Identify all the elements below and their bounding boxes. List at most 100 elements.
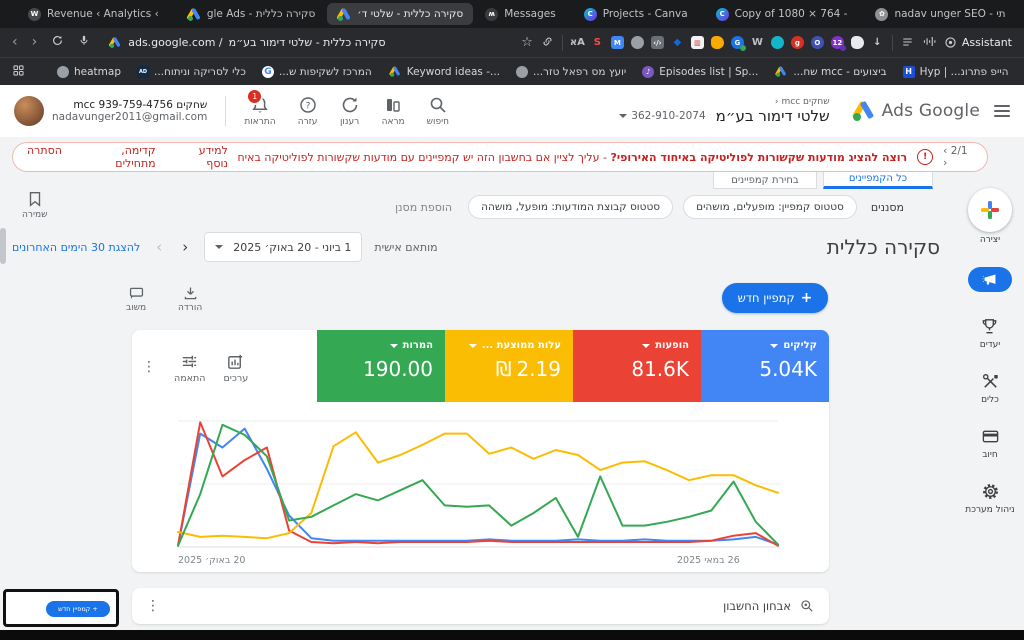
performance-line-chart[interactable]	[177, 414, 779, 554]
browser-tab[interactable]: C Projects - Canva	[574, 3, 698, 25]
copy-link-icon[interactable]	[541, 33, 554, 52]
bookmark-item[interactable]: G המרכז לשקיפות ש...	[261, 65, 372, 78]
cat-icon[interactable]	[850, 36, 864, 49]
bookmark-item[interactable]: ♪ Episodes list | Sp...	[642, 65, 758, 78]
create-button[interactable]	[968, 188, 1012, 232]
forward-icon[interactable]: ›	[32, 34, 38, 51]
assistant-button[interactable]: Assistant	[944, 36, 1012, 49]
nav-admin[interactable]: ניהול מערכת	[965, 480, 1015, 515]
save-page-icon[interactable]: ↓	[871, 36, 884, 49]
translate-icon[interactable]: אA	[570, 36, 585, 49]
more-options-icon[interactable]: ⋮	[142, 360, 156, 374]
o-circle-icon[interactable]: O	[810, 36, 824, 49]
user-profile[interactable]: mcc שחקים 939-759-4756 nadavunger2011@gm…	[14, 96, 207, 126]
reload-icon[interactable]	[51, 34, 64, 51]
date-range-picker[interactable]: 1 ביוני - 20 באוק׳ 2025	[204, 232, 363, 262]
semrush-icon[interactable]: S	[591, 36, 604, 49]
page-icon[interactable]: ▥	[690, 36, 704, 49]
bookmark-item[interactable]: heatmap	[57, 65, 121, 78]
nav-goals[interactable]: יעדים	[980, 315, 1000, 350]
hide-link[interactable]: הסתרה	[27, 144, 62, 170]
apps-grid-icon[interactable]	[12, 62, 25, 81]
tab-label: סקירה כללית - שלטי ד׳	[357, 8, 464, 20]
mail-icon[interactable]: M	[610, 36, 624, 49]
scrollbar-thumb[interactable]	[0, 228, 6, 264]
adjust-button[interactable]: התאמה	[174, 352, 205, 384]
bookmark-item[interactable]: AD כלי לסריקה וניתוח...	[137, 65, 246, 78]
screen-capture-overlay[interactable]: + קמפיין חדש	[3, 589, 119, 627]
notifications-button[interactable]: 1 התראות	[244, 88, 276, 127]
reading-list-icon[interactable]	[901, 33, 914, 52]
tag-icon[interactable]: ◆	[671, 36, 684, 49]
nav-campaigns[interactable]	[968, 267, 1012, 295]
metric-card-clicks[interactable]: קליקים 5.04K	[701, 330, 829, 402]
apps-badge-icon[interactable]: 12	[830, 36, 846, 51]
refresh-button[interactable]: רענון	[340, 95, 360, 127]
banner-pagination[interactable]: ‹ 2/1 ›	[943, 145, 973, 169]
account-diagnosis-card[interactable]: אבחון החשבון ⋮	[132, 588, 829, 624]
nav-buttons: ‹ ›	[12, 34, 90, 51]
browser-tab[interactable]: W Revenue ‹ Analytics ‹	[18, 3, 169, 25]
new-campaign-button[interactable]: + קמפיין חדש	[722, 283, 828, 313]
browser-tab[interactable]: ✿ nadav unger SEO - תי	[865, 3, 1015, 25]
bookmark-item[interactable]: H הייפ פתרונ... | Hyp	[902, 65, 1009, 78]
bookmark-star-icon[interactable]: ☆	[521, 35, 533, 50]
back-icon[interactable]: ‹	[12, 34, 18, 51]
plus-icon: +	[800, 290, 813, 306]
address-field[interactable]: ads.google.com / סקירה כללית - שלטי דימו…	[108, 36, 385, 49]
date-prev-icon[interactable]: ‹	[152, 238, 166, 256]
bookmarks-bar: heatmap AD כלי לסריקה וניתוח... G המרכז לש…	[0, 57, 1024, 85]
get-started-link[interactable]: קדימה, מתחילים	[86, 144, 155, 170]
browser-url-bar: ‹ › ads.google.com / סקירה כללית - שלטי …	[0, 28, 1024, 57]
mic-icon[interactable]	[78, 34, 90, 51]
account-switcher[interactable]: שחקים mcc ‹ שלטי דימור בע״מ 362-910-2074	[619, 97, 830, 125]
waveform-icon[interactable]	[922, 33, 936, 52]
bookmark-item[interactable]: Keyword ideas -...	[388, 65, 500, 78]
avatar[interactable]	[14, 96, 44, 126]
g-red-icon[interactable]: g	[790, 36, 804, 49]
help-button[interactable]: ? עזרה	[298, 95, 318, 127]
user-account-line: mcc שחקים 939-759-4756	[73, 99, 208, 111]
tab-label: Copy of 1080 × 764 -	[734, 8, 848, 20]
sphere-icon[interactable]	[630, 36, 644, 49]
teal-circle-icon[interactable]	[770, 36, 784, 49]
plus-icon	[981, 201, 999, 219]
browser-tab[interactable]: ʍ Messages	[475, 3, 566, 25]
last-30-days-link[interactable]: להצגת 30 הימים האחרונים	[12, 241, 140, 254]
browser-tab[interactable]: סקירה כללית - gle Ads	[177, 3, 325, 25]
nav-tools[interactable]: כלים	[981, 370, 1000, 405]
tab-label: Projects - Canva	[602, 8, 688, 20]
download-button[interactable]: הורדה	[178, 285, 202, 313]
manager-account-label: שחקים mcc	[781, 97, 830, 107]
add-filter-button[interactable]: הוספת מסנן	[395, 201, 452, 214]
flame-icon[interactable]	[710, 36, 724, 49]
g-circle-icon[interactable]: G	[730, 36, 746, 51]
w-icon[interactable]: W	[751, 36, 764, 49]
browser-tab[interactable]: C Copy of 1080 × 764 -	[706, 3, 858, 25]
metric-card-impressions[interactable]: הופעות 81.6K	[573, 330, 701, 402]
metric-card-conversions[interactable]: המרות 190.00	[317, 330, 445, 402]
more-options-icon[interactable]: ⋮	[146, 599, 160, 613]
appearance-button[interactable]: מראה	[382, 95, 405, 127]
menu-icon[interactable]	[994, 105, 1010, 117]
bookmark-item[interactable]: יועץ מס רפאל טזר...	[516, 65, 626, 78]
wordpress-icon: W	[28, 7, 41, 21]
metrics-button[interactable]: ערכים	[223, 352, 248, 384]
chart-toolbar: ⋮ התאמה ערכים	[142, 352, 248, 384]
search-button[interactable]: חיפוש	[427, 95, 449, 127]
code-icon[interactable]: ‹/›	[650, 36, 664, 49]
metric-card-avg-cost[interactable]: עלות ממוצעת ... 2.19 ₪	[445, 330, 573, 402]
overview-chart-card: קליקים 5.04K הופעות 81.6K עלות ממוצעת ..…	[132, 330, 829, 572]
caret-down-icon	[770, 343, 779, 348]
nav-create[interactable]: יצירה	[968, 188, 1012, 245]
bookmark-item[interactable]: ביצועים - mcc שח...	[774, 65, 887, 78]
mini-new-campaign-button: + קמפיין חדש	[46, 601, 110, 617]
browser-tab-active[interactable]: סקירה כללית - שלטי ד׳	[327, 3, 474, 25]
date-next-icon[interactable]: ›	[178, 238, 192, 256]
learn-more-link[interactable]: למידע נוסף	[180, 144, 228, 170]
feedback-button[interactable]: משוב	[126, 285, 146, 313]
nav-billing[interactable]: חיוב	[981, 425, 1000, 460]
filter-chip[interactable]: סטטוס קבוצת המודעות: מופעל, מושהה	[468, 195, 674, 219]
google-ads-icon	[187, 8, 201, 21]
filter-chip[interactable]: סטטוס קמפיין: מופעלים, מושהים	[683, 195, 857, 219]
